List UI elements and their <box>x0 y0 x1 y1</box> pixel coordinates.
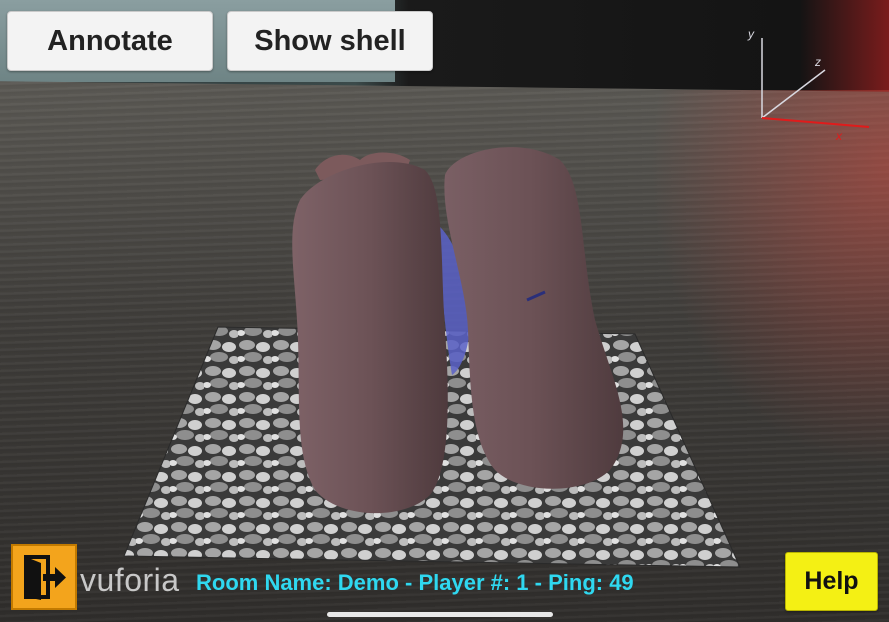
left-lung <box>292 161 448 514</box>
vuforia-logo: vuforia <box>80 562 180 598</box>
z-axis-label: z <box>814 55 821 69</box>
room-status-text: Room Name: Demo - Player #: 1 - Ping: 49 <box>196 570 634 595</box>
exit-door-icon <box>24 555 66 600</box>
annotate-button[interactable]: Annotate <box>7 11 213 71</box>
exit-button[interactable] <box>11 544 77 610</box>
x-axis-label: x <box>835 129 843 143</box>
y-axis-label: y <box>747 27 755 41</box>
z-axis-line <box>761 69 826 119</box>
x-axis-line <box>761 117 870 128</box>
show-shell-button[interactable]: Show shell <box>227 11 433 71</box>
help-button[interactable]: Help <box>785 552 878 611</box>
axis-gizmo: y z x <box>747 27 870 143</box>
home-indicator[interactable] <box>327 612 553 617</box>
